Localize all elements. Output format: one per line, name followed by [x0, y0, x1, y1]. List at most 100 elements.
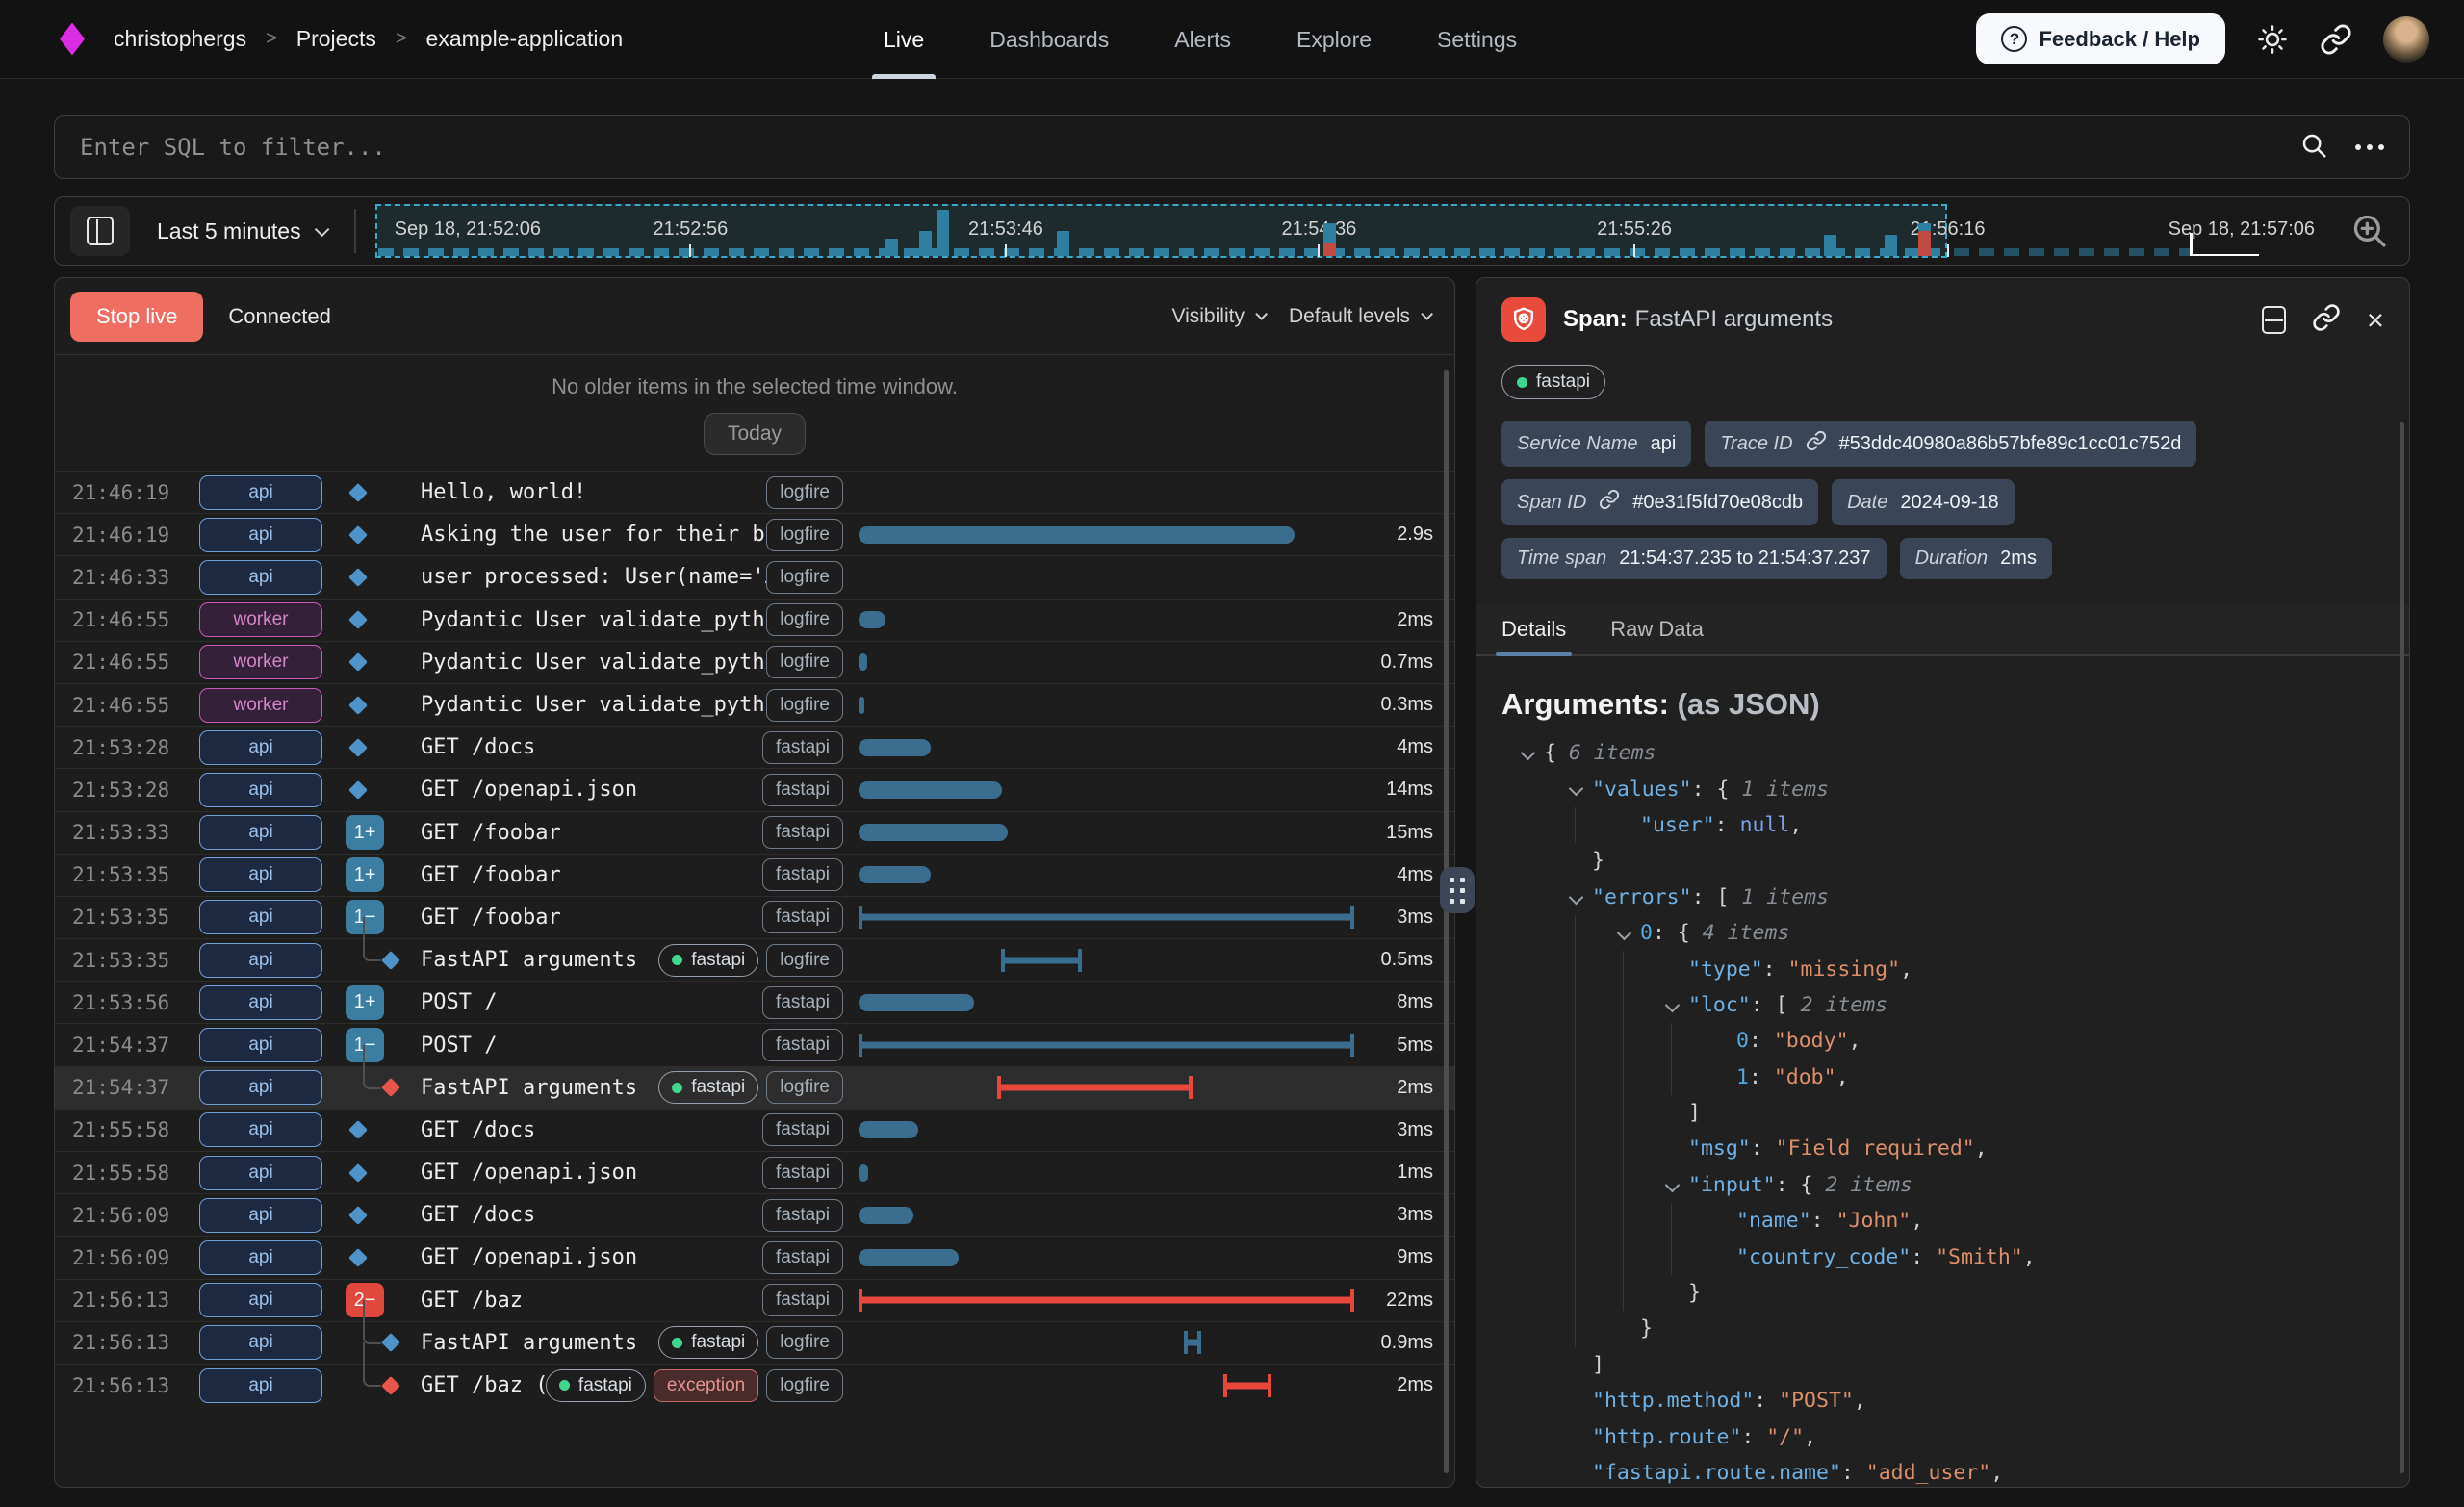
trace-row[interactable]: 21:46:55workerPydantic User validate_pyt…: [55, 599, 1454, 641]
tab-explore[interactable]: Explore: [1296, 0, 1372, 79]
tag-logfire[interactable]: logfire: [766, 1326, 843, 1359]
link-icon[interactable]: [1806, 430, 1827, 457]
split-view-icon[interactable]: [2262, 306, 2286, 334]
service-pill-api[interactable]: api: [199, 560, 322, 595]
user-avatar[interactable]: [2383, 16, 2429, 63]
json-line[interactable]: }: [1502, 1311, 2384, 1346]
service-pill-worker[interactable]: worker: [199, 688, 322, 723]
collapse-badge[interactable]: 1+: [346, 985, 384, 1020]
service-pill-api[interactable]: api: [199, 943, 322, 978]
tag-logfire[interactable]: logfire: [766, 1071, 843, 1104]
json-line[interactable]: "user": null,: [1502, 807, 2384, 843]
tag-fastapi[interactable]: fastapi: [658, 944, 758, 977]
tag-fastapi[interactable]: fastapi: [658, 1071, 758, 1104]
json-line[interactable]: }: [1502, 843, 2384, 879]
panel-resize-handle[interactable]: [1440, 867, 1475, 913]
sql-filter-input[interactable]: [80, 134, 2299, 161]
trace-row[interactable]: 21:55:58apiGET /openapi.jsonfastapi1ms: [55, 1151, 1454, 1193]
sidebar-toggle-button[interactable]: [70, 206, 130, 256]
collapse-caret-icon[interactable]: [1565, 771, 1592, 806]
detail-tab-raw-data[interactable]: Raw Data: [1610, 604, 1704, 654]
collapse-badge[interactable]: 1+: [346, 857, 384, 892]
trace-row[interactable]: 21:53:35apiFastAPI argumentsfastapilogfi…: [55, 938, 1454, 981]
detail-tab-details[interactable]: Details: [1502, 604, 1566, 654]
service-pill-api[interactable]: api: [199, 475, 322, 510]
tag-fastapi[interactable]: fastapi: [762, 1029, 843, 1061]
collapse-caret-icon[interactable]: [1565, 880, 1592, 915]
tag-logfire[interactable]: logfire: [766, 561, 843, 594]
trace-row[interactable]: 21:56:13apiGET /baz (fofastapiexceptionl…: [55, 1364, 1454, 1406]
trace-row[interactable]: 21:53:28apiGET /openapi.jsonfastapi14ms: [55, 768, 1454, 810]
trace-row[interactable]: 21:46:55workerPydantic User validate_pyt…: [55, 641, 1454, 683]
tag-logfire[interactable]: logfire: [766, 944, 843, 977]
json-line[interactable]: "country_code": "Smith",: [1502, 1239, 2384, 1274]
collapse-caret-icon[interactable]: [1517, 735, 1544, 771]
service-pill-api[interactable]: api: [199, 1240, 322, 1275]
tag-fastapi[interactable]: fastapi: [762, 1157, 843, 1189]
service-pill-api[interactable]: api: [199, 1368, 322, 1403]
service-pill-api[interactable]: api: [199, 1198, 322, 1233]
scope-tag[interactable]: fastapi: [1502, 365, 1605, 399]
timeline-histogram[interactable]: Sep 18, 21:52:06 Sep 18, 21:57:06 21:52:…: [370, 197, 2340, 265]
theme-toggle-icon[interactable]: [2256, 23, 2289, 56]
tag-logfire[interactable]: logfire: [766, 519, 843, 551]
tag-fastapi[interactable]: fastapi: [762, 816, 843, 849]
tag-fastapi[interactable]: fastapi: [762, 901, 843, 933]
service-pill-api[interactable]: api: [199, 1112, 322, 1147]
tag-fastapi[interactable]: fastapi: [762, 986, 843, 1019]
tab-live[interactable]: Live: [884, 0, 924, 79]
tag-fastapi[interactable]: fastapi: [762, 858, 843, 891]
search-icon[interactable]: [2299, 131, 2328, 165]
tag-fastapi[interactable]: fastapi: [762, 1199, 843, 1232]
json-line[interactable]: "http.method": "POST",: [1502, 1383, 2384, 1418]
collapse-caret-icon[interactable]: [1661, 1167, 1688, 1203]
json-line[interactable]: 1: "dob",: [1502, 1060, 2384, 1095]
trace-row[interactable]: 21:53:56api1+POST /fastapi8ms: [55, 981, 1454, 1023]
service-pill-api[interactable]: api: [199, 1156, 322, 1190]
trace-row[interactable]: 21:53:35api1+GET /foobarfastapi4ms: [55, 854, 1454, 896]
tag-exception[interactable]: exception: [654, 1369, 758, 1402]
json-line[interactable]: ]: [1502, 1095, 2384, 1131]
service-pill-api[interactable]: api: [199, 773, 322, 807]
json-line[interactable]: { 6 items: [1502, 735, 2384, 771]
trace-row[interactable]: 21:53:33api1+GET /foobarfastapi15ms: [55, 811, 1454, 854]
breadcrumb-item-christophergs[interactable]: christophergs: [114, 26, 246, 52]
right-panel-scrollbar[interactable]: [2400, 422, 2404, 1473]
trace-row[interactable]: 21:53:28apiGET /docsfastapi4ms: [55, 726, 1454, 768]
trace-row[interactable]: 21:55:58apiGET /docsfastapi3ms: [55, 1109, 1454, 1151]
stop-live-button[interactable]: Stop live: [70, 292, 203, 342]
service-pill-api[interactable]: api: [199, 900, 322, 934]
service-pill-api[interactable]: api: [199, 1070, 322, 1105]
service-pill-api[interactable]: api: [199, 985, 322, 1020]
more-options-icon[interactable]: [2355, 144, 2384, 150]
service-pill-api[interactable]: api: [199, 1325, 322, 1360]
zoom-in-button[interactable]: [2340, 211, 2400, 251]
json-line[interactable]: ]: [1502, 1347, 2384, 1383]
link-icon[interactable]: [1599, 489, 1620, 516]
trace-row[interactable]: 21:46:33apiuser processed: User(name='An…: [55, 555, 1454, 598]
json-line[interactable]: "type": "missing",: [1502, 951, 2384, 986]
tag-logfire[interactable]: logfire: [766, 689, 843, 722]
trace-row[interactable]: 21:54:37api1−POST /fastapi5ms: [55, 1023, 1454, 1065]
tag-logfire[interactable]: logfire: [766, 646, 843, 678]
service-pill-api[interactable]: api: [199, 730, 322, 765]
trace-row[interactable]: 21:56:13apiFastAPI argumentsfastapilogfi…: [55, 1321, 1454, 1364]
tag-fastapi[interactable]: fastapi: [762, 774, 843, 806]
trace-row[interactable]: 21:56:09apiGET /openapi.jsonfastapi9ms: [55, 1236, 1454, 1278]
collapse-caret-icon[interactable]: [1661, 987, 1688, 1023]
json-line[interactable]: "input": { 2 items: [1502, 1167, 2384, 1203]
visibility-dropdown[interactable]: Visibility: [1171, 305, 1263, 328]
trace-row[interactable]: 21:53:35api1−GET /foobarfastapi3ms: [55, 896, 1454, 938]
json-line[interactable]: "errors": [ 1 items: [1502, 880, 2384, 915]
service-pill-api[interactable]: api: [199, 1028, 322, 1062]
json-line[interactable]: "http.route": "/",: [1502, 1418, 2384, 1454]
tab-dashboards[interactable]: Dashboards: [989, 0, 1109, 79]
collapse-badge[interactable]: 1+: [346, 815, 384, 850]
collapse-caret-icon[interactable]: [1613, 915, 1640, 951]
json-line[interactable]: "values": { 1 items: [1502, 771, 2384, 806]
trace-row[interactable]: 21:46:19apiHello, world!logfire: [55, 471, 1454, 513]
trace-row[interactable]: 21:56:09apiGET /docsfastapi3ms: [55, 1193, 1454, 1236]
tab-alerts[interactable]: Alerts: [1174, 0, 1231, 79]
logfire-logo-icon[interactable]: [60, 23, 85, 56]
trace-row[interactable]: 21:54:37apiFastAPI argumentsfastapilogfi…: [55, 1066, 1454, 1109]
